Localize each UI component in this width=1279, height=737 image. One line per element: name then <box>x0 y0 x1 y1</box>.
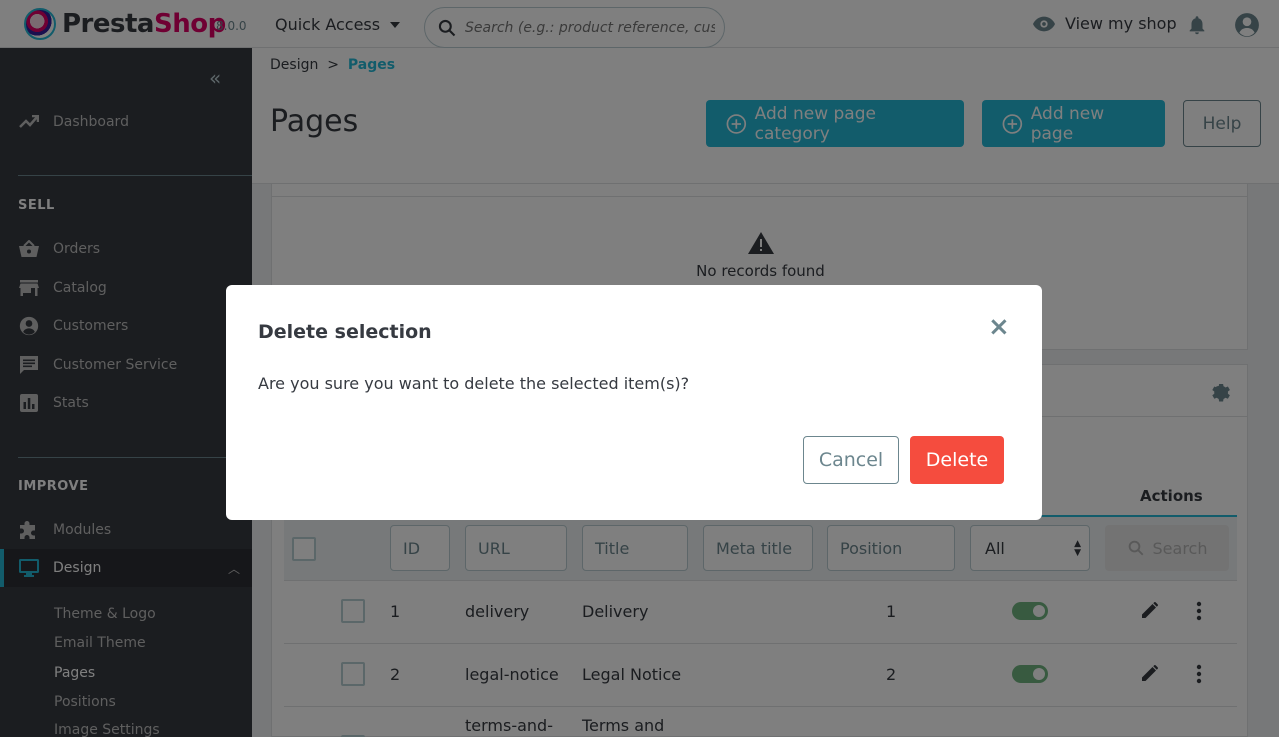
delete-button[interactable]: Delete <box>910 436 1004 484</box>
delete-selection-modal: Delete selection × Are you sure you want… <box>226 285 1042 520</box>
cancel-button[interactable]: Cancel <box>803 436 899 484</box>
modal-title: Delete selection <box>258 321 432 343</box>
close-icon[interactable]: × <box>988 314 1010 340</box>
modal-message: Are you sure you want to delete the sele… <box>258 374 690 393</box>
